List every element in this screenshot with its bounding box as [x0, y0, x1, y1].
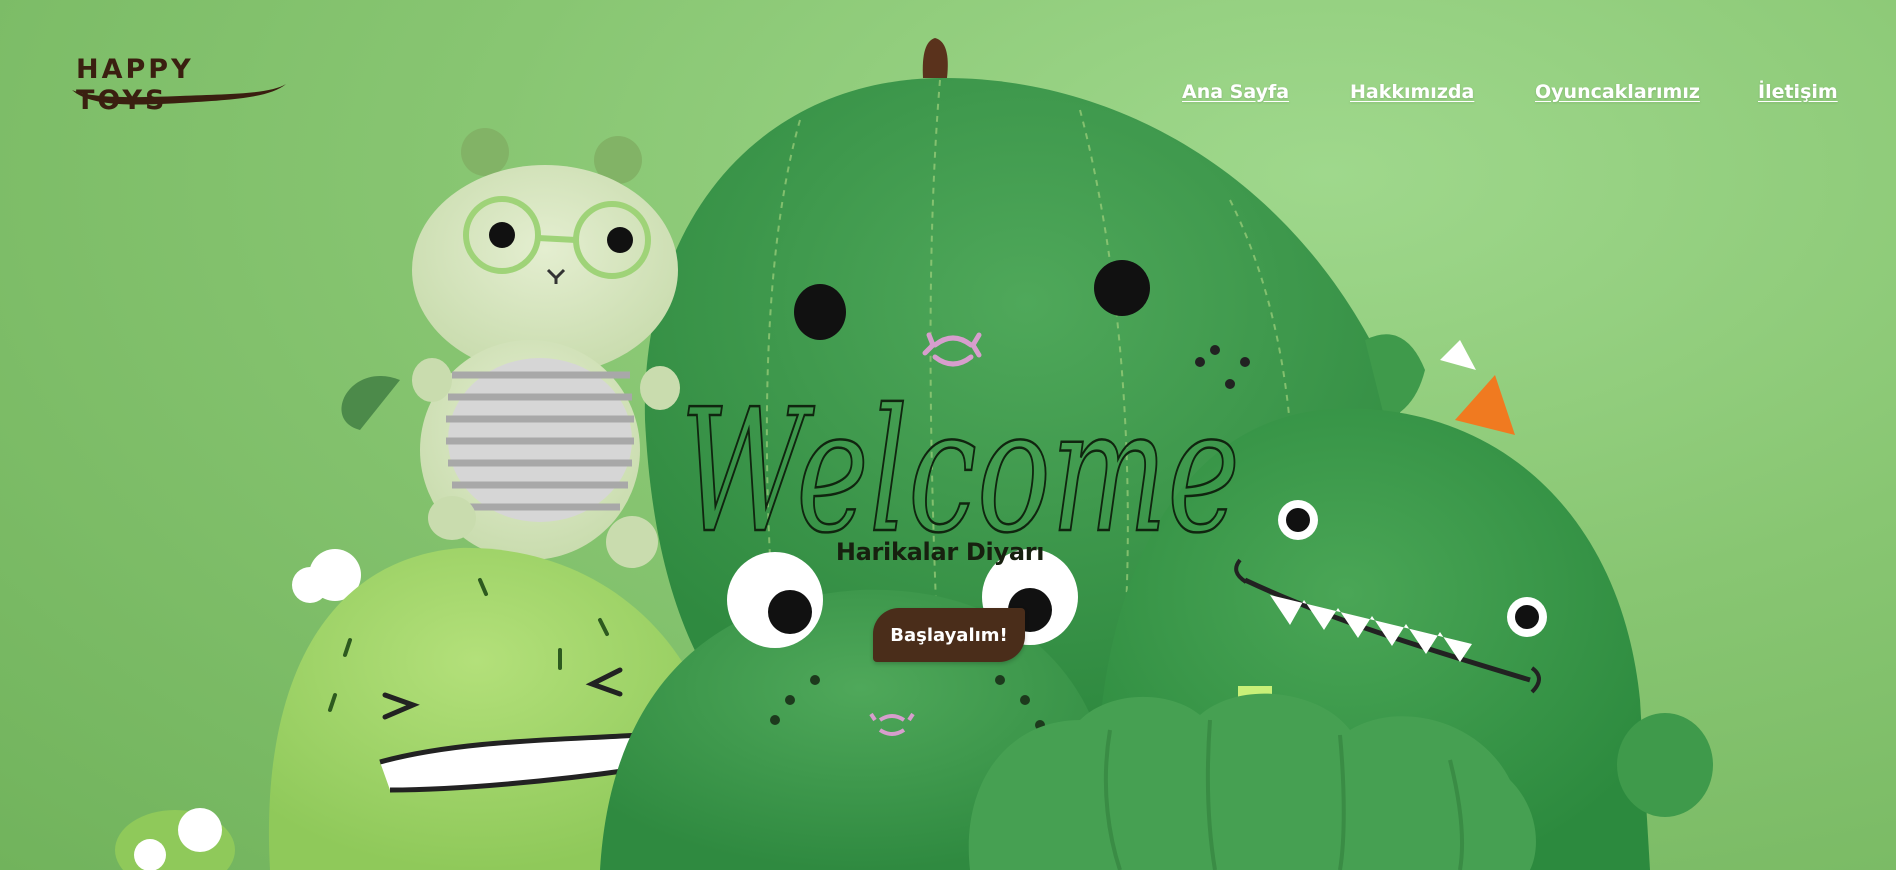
teddy-bear-plush — [341, 128, 680, 568]
nav-link-about[interactable]: Hakkımızda — [1350, 81, 1474, 103]
nav-link-toys[interactable]: Oyuncaklarımız — [1535, 81, 1700, 103]
nav-link-home[interactable]: Ana Sayfa — [1182, 81, 1289, 103]
get-started-button[interactable]: Başlayalım! — [873, 608, 1025, 662]
nav-link-contact[interactable]: İletişim — [1758, 81, 1838, 103]
hero-subtitle: Harikalar Diyarı — [835, 538, 1045, 566]
welcome-script-title: Welcome — [679, 372, 1242, 550]
logo-swoosh-icon — [72, 84, 286, 105]
brand-logo[interactable]: HAPPY TOYS — [70, 52, 288, 116]
welcome-text: Welcome — [680, 373, 1240, 550]
hero-section: HAPPY TOYS Ana Sayfa Hakkımızda Oyuncakl… — [0, 0, 1896, 870]
